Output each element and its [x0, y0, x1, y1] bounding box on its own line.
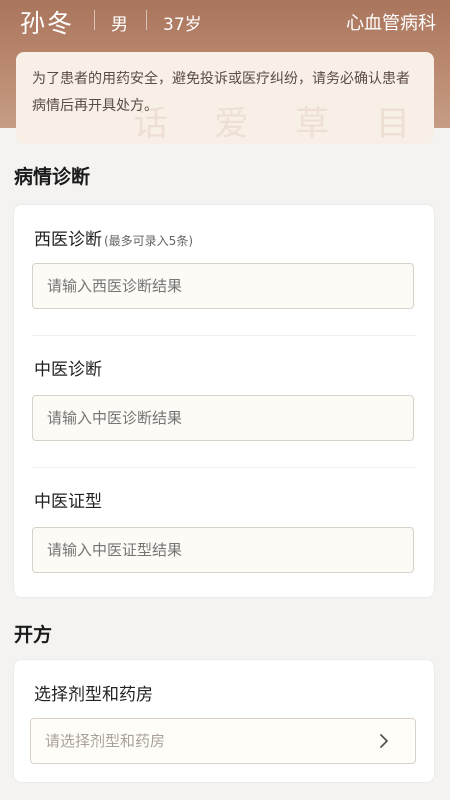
tcm-syndrome-label: 中医证型 — [34, 492, 102, 512]
patient-age: 37岁 — [163, 15, 202, 35]
western-diagnosis-label-text: 西医诊断 — [34, 230, 102, 250]
dosage-pharmacy-placeholder: 请选择剂型和药房 — [45, 732, 166, 750]
diagnosis-section-title: 病情诊断 — [14, 166, 91, 188]
divider — [146, 10, 147, 30]
divider — [94, 10, 95, 30]
notice-text: 为了患者的用药安全，避免投诉或医疗纠纷，请务必确认患者病情后再开具处方。 — [32, 71, 410, 114]
western-diagnosis-input[interactable] — [32, 263, 414, 309]
divider — [32, 335, 416, 336]
diagnosis-card: 西医诊断(最多可录入5条) 中医诊断 中医证型 — [14, 205, 434, 597]
western-diagnosis-label: 西医诊断 (最多可录入5条) — [34, 225, 193, 250]
chevron-right-icon — [380, 734, 388, 748]
patient-info-row: 孙冬 男 37岁 心血管病科 — [0, 0, 450, 42]
prescription-section-title: 开方 — [14, 624, 53, 646]
tcm-syndrome-input[interactable] — [32, 527, 414, 573]
patient-gender: 男 — [111, 15, 128, 35]
divider — [32, 467, 416, 468]
tcm-diagnosis-label: 中医诊断 — [34, 360, 102, 380]
prescription-card: 选择剂型和药房 请选择剂型和药房 — [14, 660, 434, 782]
tcm-diagnosis-input[interactable] — [32, 395, 414, 441]
patient-name: 孙冬 — [20, 9, 75, 38]
dosage-pharmacy-select[interactable]: 请选择剂型和药房 — [30, 718, 416, 764]
safety-notice: 话 爱 草 目 为了患者的用药安全，避免投诉或医疗纠纷，请务必确认患者病情后再开… — [16, 52, 434, 144]
department-label: 心血管病科 — [346, 13, 436, 34]
dosage-pharmacy-label: 选择剂型和药房 — [34, 685, 153, 705]
western-diagnosis-limit-note: (最多可录入5条) — [104, 234, 193, 248]
